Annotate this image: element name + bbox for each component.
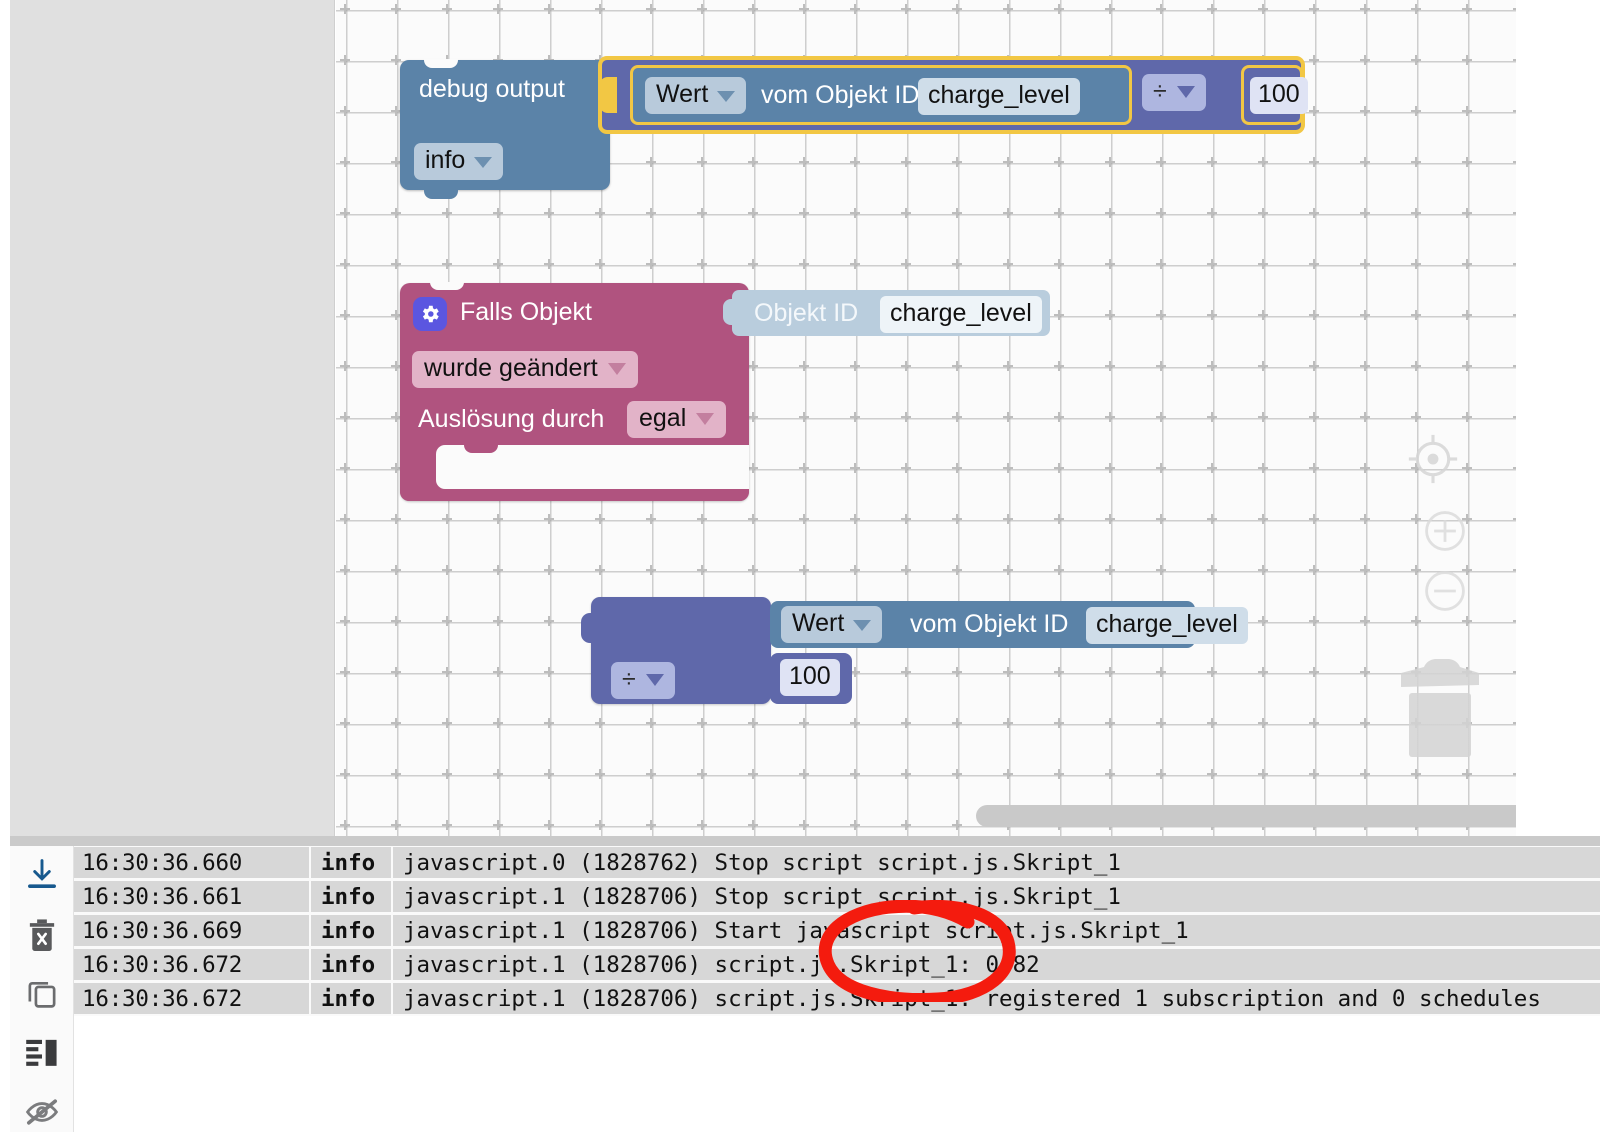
log-message: javascript.1 (1828706) script.js.Skript_…	[393, 949, 1600, 980]
debug-output-title: debug output	[419, 75, 565, 103]
trash-icon[interactable]	[1391, 655, 1481, 765]
log-message: javascript.1 (1828706) Stop script scrip…	[393, 881, 1600, 912]
debug-severity-value: info	[425, 146, 466, 174]
layout-icon[interactable]	[20, 1032, 64, 1072]
log-row[interactable]: 16:30:36.672 info javascript.1 (1828706)…	[74, 948, 1600, 981]
canvas-horizontal-scrollbar[interactable]	[976, 805, 1516, 827]
trigger-by-label: Auslösung durch	[418, 405, 605, 433]
block-debug-output[interactable]: debug output info	[400, 59, 610, 199]
math-operator-dropdown[interactable]: ÷	[1142, 74, 1206, 111]
log-severity: info	[311, 949, 391, 980]
minus-circle-icon[interactable]	[1419, 565, 1471, 622]
log-empty-area	[74, 1016, 1600, 1132]
number-operand-value-2[interactable]: 100	[780, 659, 840, 696]
chevron-down-icon	[607, 362, 626, 375]
log-severity: info	[311, 847, 391, 878]
block-get-value-2[interactable]: Wert vom Objekt ID charge_level	[770, 601, 1248, 648]
log-message: javascript.0 (1828762) Stop script scrip…	[393, 847, 1600, 878]
log-time: 16:30:36.672	[74, 983, 309, 1014]
block-notch-bottom	[424, 189, 458, 199]
log-message: javascript.1 (1828706) script.js.Skript_…	[393, 983, 1600, 1014]
plus-circle-icon[interactable]	[1419, 505, 1471, 562]
chevron-down-icon	[696, 412, 715, 425]
chevron-down-icon	[474, 156, 493, 168]
block-trigger-falls-objekt[interactable]: Falls Objekt wurde geändert Auslösung du…	[400, 282, 749, 501]
math-operator-value-2: ÷	[622, 665, 636, 693]
block-bottom-bar	[400, 489, 749, 501]
divider-left-edge	[0, 836, 10, 846]
block-notch-top	[430, 282, 464, 290]
window-bottom-edge	[0, 1132, 1600, 1146]
value-block-label-2: vom Objekt ID	[910, 610, 1069, 638]
block-statement-slot[interactable]	[436, 445, 749, 489]
value-object-id-field[interactable]: charge_level	[918, 78, 1080, 115]
log-time: 16:30:36.661	[74, 881, 309, 912]
log-severity: info	[311, 881, 391, 912]
block-get-value[interactable]: Wert vom Objekt ID charge_level	[630, 65, 1132, 125]
block-number-operand-2[interactable]: 100	[770, 653, 852, 704]
log-time: 16:30:36.669	[74, 915, 309, 946]
block-number-operand[interactable]: 100	[1241, 65, 1308, 125]
log-row[interactable]: 16:30:36.669 info javascript.1 (1828706)…	[74, 914, 1600, 947]
window-left-edge	[0, 0, 10, 836]
trash-x-icon[interactable]	[20, 913, 64, 953]
editor-area: debug output info Wert vom Objekt ID cha…	[0, 0, 1600, 836]
log-row[interactable]: 16:30:36.660 info javascript.0 (1828762)…	[74, 846, 1600, 879]
trigger-by-value: egal	[639, 404, 687, 432]
object-id-value[interactable]: charge_level	[880, 296, 1042, 333]
log-time: 16:30:36.672	[74, 949, 309, 980]
math-operator-dropdown-2[interactable]: ÷	[611, 662, 675, 699]
log-panel: 16:30:36.660 info javascript.0 (1828762)…	[0, 846, 1600, 1146]
value-mode-dropdown[interactable]: Wert	[645, 77, 747, 114]
chevron-down-icon	[1176, 85, 1195, 98]
debug-severity-dropdown[interactable]: info	[414, 143, 504, 180]
block-plug-left	[599, 77, 617, 113]
chevron-down-icon	[853, 619, 872, 631]
block-notch-inner	[464, 445, 498, 453]
eye-off-icon[interactable]	[20, 1092, 64, 1132]
value-mode-label-2: Wert	[792, 609, 845, 637]
trigger-title: Falls Objekt	[460, 298, 592, 326]
gear-icon[interactable]	[413, 297, 447, 331]
trigger-condition-value: wurde geändert	[424, 354, 598, 382]
block-notch-top	[424, 59, 458, 68]
trigger-condition-dropdown[interactable]: wurde geändert	[412, 351, 638, 388]
block-math-division[interactable]: ÷	[581, 597, 771, 704]
value-object-id-field-2[interactable]: charge_level	[1086, 607, 1248, 644]
value-mode-dropdown-2[interactable]: Wert	[781, 606, 883, 643]
block-object-id[interactable]: Objekt ID charge_level	[723, 290, 1050, 336]
blockly-toolbox-panel[interactable]	[0, 0, 335, 836]
log-severity: info	[311, 915, 391, 946]
value-mode-label: Wert	[656, 80, 709, 108]
log-message: javascript.1 (1828706) Start javascript …	[393, 915, 1600, 946]
block-plug-left	[581, 613, 597, 643]
blockly-script-editor: debug output info Wert vom Objekt ID cha…	[0, 0, 1600, 1146]
log-time: 16:30:36.660	[74, 847, 309, 878]
chevron-down-icon	[717, 90, 736, 102]
blockly-canvas[interactable]: debug output info Wert vom Objekt ID cha…	[336, 0, 1516, 836]
object-id-label: Objekt ID	[754, 299, 859, 327]
canvas-right-strip	[1516, 0, 1600, 836]
target-icon[interactable]	[1404, 430, 1462, 493]
log-row[interactable]: 16:30:36.672 info javascript.1 (1828706)…	[74, 982, 1600, 1015]
copy-icon[interactable]	[20, 973, 64, 1013]
download-icon[interactable]	[20, 854, 64, 894]
log-severity: info	[311, 983, 391, 1014]
number-operand-value[interactable]: 100	[1250, 77, 1308, 114]
chevron-down-icon	[645, 673, 664, 686]
value-block-label: vom Objekt ID	[761, 81, 920, 109]
trigger-by-dropdown[interactable]: egal	[627, 401, 727, 438]
selected-expression-group[interactable]: Wert vom Objekt ID charge_level ÷ 100	[598, 56, 1308, 134]
block-plug-left	[723, 299, 737, 325]
log-toolbar	[10, 846, 74, 1132]
log-row[interactable]: 16:30:36.661 info javascript.1 (1828706)…	[74, 880, 1600, 913]
panel-divider[interactable]	[0, 836, 1600, 846]
math-operator-value: ÷	[1153, 77, 1167, 105]
